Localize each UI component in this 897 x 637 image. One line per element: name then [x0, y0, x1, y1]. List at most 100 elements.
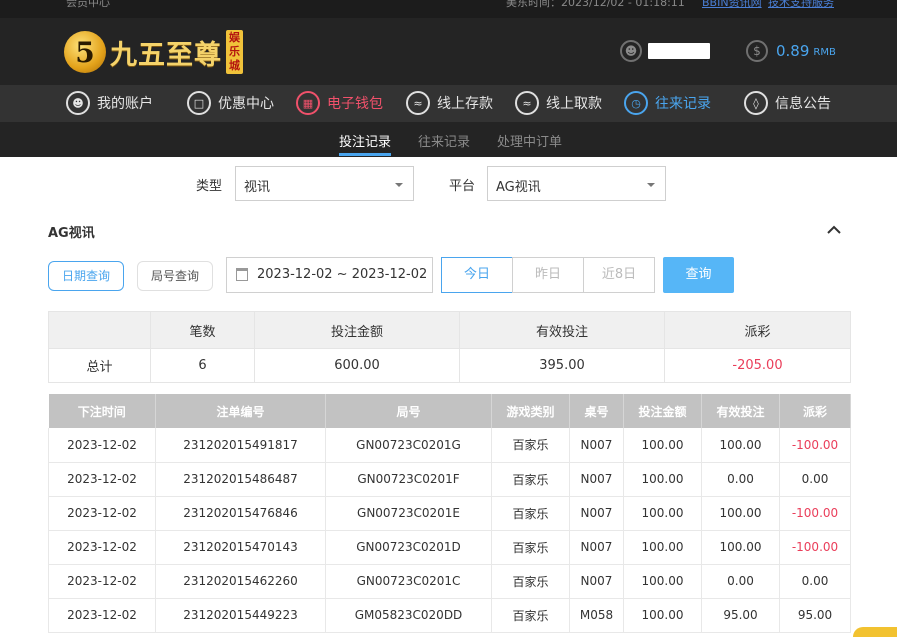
table-no-cell: N007: [569, 530, 624, 565]
active-tab-indicator: [339, 153, 391, 156]
calendar-icon: [236, 268, 248, 281]
dollar-icon: $: [746, 40, 768, 62]
query-button[interactable]: 查询: [663, 257, 734, 293]
member-center-link[interactable]: 会员中心: [66, 0, 110, 10]
records-header-cell: 桌号: [569, 394, 624, 428]
today-button[interactable]: 今日: [441, 257, 513, 293]
bet-amount-cell: 100.00: [623, 428, 702, 463]
summary-header-cell: [48, 311, 151, 349]
floating-widget-edge[interactable]: [853, 627, 897, 637]
nav-my-account[interactable]: ☻ 我的账户: [66, 91, 153, 115]
summary-header-cell: 投注金额: [254, 311, 460, 349]
game-type-cell: 百家乐: [491, 530, 570, 565]
bet-amount-cell: 100.00: [623, 564, 702, 599]
nav-online-deposit[interactable]: ≈ 线上存款: [406, 91, 493, 115]
payout-cell: -100.00: [779, 428, 851, 463]
nav-announcements[interactable]: ◊ 信息公告: [744, 91, 831, 115]
date-range-value: 2023-12-02 ~ 2023-12-02: [257, 267, 428, 282]
summary-header-cell: 笔数: [150, 311, 255, 349]
user-info[interactable]: ☻: [620, 40, 710, 62]
bell-icon: ◊: [744, 91, 768, 115]
payout-cell: 0.00: [779, 564, 851, 599]
valid-bet-cell: 100.00: [701, 428, 780, 463]
type-select[interactable]: 视讯: [235, 166, 414, 201]
eastern-time-label: 美东时间：2023/12/02 - 01:18:11: [506, 0, 685, 9]
bet-amount-cell: 100.00: [623, 598, 702, 633]
logo-text: 九五至尊: [110, 39, 222, 71]
summary-cell: -205.00: [664, 348, 851, 383]
table-no-cell: N007: [569, 564, 624, 599]
sub-nav: 投注记录 往来记录 处理中订单: [0, 122, 897, 157]
round-id-cell: GN00723C0201G: [325, 428, 492, 463]
user-icon: ☻: [620, 40, 642, 62]
type-select-value: 视讯: [244, 180, 271, 195]
main-nav: ☻ 我的账户 □ 优惠中心 ▦ 电子钱包 ≈ 线上存款 ≈ 线上取款 ◷ 往来记…: [0, 85, 897, 122]
round-query-tab[interactable]: 局号查询: [137, 261, 213, 291]
records-header-cell: 注单编号: [155, 394, 326, 428]
table-no-cell: N007: [569, 496, 624, 531]
nav-online-withdraw[interactable]: ≈ 线上取款: [515, 91, 602, 115]
nav-transaction-records[interactable]: ◷ 往来记录: [624, 91, 711, 115]
round-id-cell: GM05823C020DD: [325, 598, 492, 633]
valid-bet-cell: 0.00: [701, 564, 780, 599]
bet-time-cell: 2023-12-02: [48, 530, 156, 565]
nav-promotions[interactable]: □ 优惠中心: [187, 91, 274, 115]
records-header-cell: 游戏类别: [491, 394, 570, 428]
bet-time-cell: 2023-12-02: [48, 496, 156, 531]
platform-label: 平台: [449, 179, 476, 194]
bet-time-cell: 2023-12-02: [48, 462, 156, 497]
top-strip: 会员中心 美东时间：2023/12/02 - 01:18:11 BBIN资讯网 …: [0, 0, 897, 18]
nav-label: 信息公告: [775, 96, 831, 112]
payout-cell: -100.00: [779, 496, 851, 531]
bet-time-cell: 2023-12-02: [48, 598, 156, 633]
game-type-cell: 百家乐: [491, 496, 570, 531]
platform-select-value: AG视讯: [496, 180, 541, 195]
bet-id-cell: 231202015486487: [155, 462, 326, 497]
bet-amount-cell: 100.00: [623, 462, 702, 497]
payout-cell: 0.00: [779, 462, 851, 497]
records-header-row: 下注时间 注单编号 局号 游戏类别 桌号 投注金额 有效投注 派彩: [48, 394, 851, 428]
tech-support-link[interactable]: 技术支持服务: [768, 0, 834, 10]
payout-cell: 95.00: [779, 598, 851, 633]
nav-e-wallet[interactable]: ▦ 电子钱包: [296, 91, 383, 115]
header: 5 九五至尊 娱乐城 ☻ $ 0.89 RMB: [0, 18, 897, 85]
game-type-cell: 百家乐: [491, 598, 570, 633]
record-icon: ◷: [624, 91, 648, 115]
table-row: 2023-12-02 231202015486487 GN00723C0201F…: [48, 462, 851, 497]
summary-header-cell: 有效投注: [459, 311, 665, 349]
chevron-up-icon[interactable]: [826, 222, 842, 238]
summary-header-cell: 派彩: [664, 311, 851, 349]
balance-amount: 0.89: [776, 42, 810, 60]
chevron-down-icon: [395, 183, 403, 187]
records-header-cell: 局号: [325, 394, 492, 428]
table-no-cell: N007: [569, 462, 624, 497]
chevron-down-icon: [647, 183, 655, 187]
summary-cell: 6: [150, 348, 255, 383]
date-query-tab[interactable]: 日期查询: [48, 261, 124, 291]
table-row: 2023-12-02 231202015491817 GN00723C0201G…: [48, 428, 851, 463]
bbin-news-link[interactable]: BBIN资讯网: [702, 0, 762, 10]
last-8-days-button[interactable]: 近8日: [583, 257, 655, 293]
date-range-input[interactable]: 2023-12-02 ~ 2023-12-02: [226, 257, 433, 293]
bet-time-cell: 2023-12-02: [48, 564, 156, 599]
nav-label: 线上取款: [546, 96, 602, 112]
type-label: 类型: [196, 179, 223, 194]
table-row: 2023-12-02 231202015449223 GM05823C020DD…: [48, 598, 851, 633]
tab-transfer-records[interactable]: 往来记录: [418, 131, 470, 150]
user-icon: ☻: [66, 91, 90, 115]
site-logo[interactable]: 5 九五至尊 娱乐城: [64, 27, 243, 77]
round-id-cell: GN00723C0201D: [325, 530, 492, 565]
nav-label: 线上存款: [437, 96, 493, 112]
platform-select[interactable]: AG视讯: [487, 166, 666, 201]
tab-pending-orders[interactable]: 处理中订单: [497, 131, 562, 150]
summary-total-row: 总计 6 600.00 395.00 -205.00: [48, 348, 851, 383]
summary-table: 笔数 投注金额 有效投注 派彩 总计 6 600.00 395.00 -205.…: [48, 311, 851, 383]
username-redacted: [648, 43, 710, 59]
tab-bet-records[interactable]: 投注记录: [339, 131, 391, 150]
logo-badge: 娱乐城: [226, 30, 243, 74]
bet-records-table: 下注时间 注单编号 局号 游戏类别 桌号 投注金额 有效投注 派彩 2023-1…: [48, 394, 851, 633]
table-no-cell: M058: [569, 598, 624, 633]
yesterday-button[interactable]: 昨日: [512, 257, 584, 293]
nav-label: 我的账户: [97, 96, 153, 112]
logo-emblem: 5: [64, 31, 106, 73]
